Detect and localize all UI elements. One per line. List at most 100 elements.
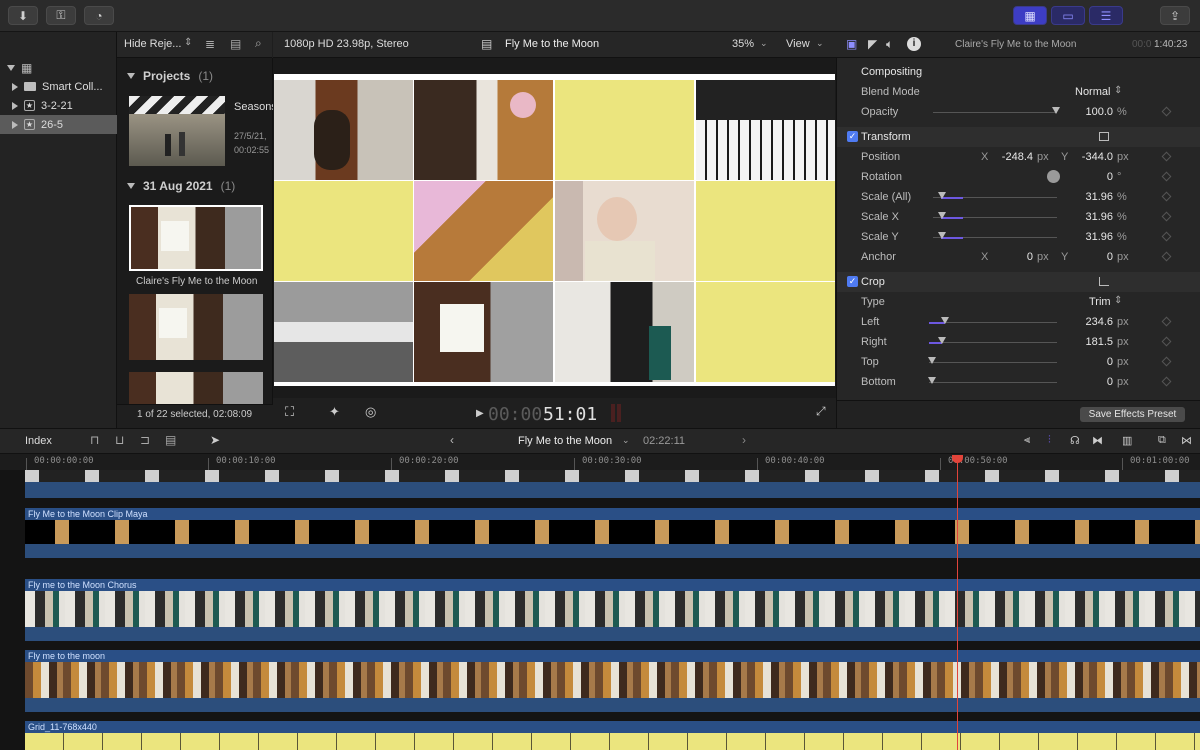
projects-section-header[interactable]: Projects (1) xyxy=(125,69,213,83)
info-icon[interactable]: i xyxy=(907,37,921,51)
search-icon[interactable]: ⌕ xyxy=(255,36,262,51)
list-view-icon[interactable]: ≣ xyxy=(205,37,215,51)
blend-mode-popup[interactable]: Normal xyxy=(1075,86,1110,98)
keyframe-icon[interactable] xyxy=(1161,356,1172,367)
color-inspector-icon[interactable]: ◤ xyxy=(868,37,877,51)
crop-right-slider-knob[interactable] xyxy=(938,337,946,344)
connect-edit-icon[interactable]: ⊓ xyxy=(90,433,99,447)
insert-edit-icon[interactable]: ⊔ xyxy=(115,433,124,447)
keyframe-icon[interactable] xyxy=(1161,151,1172,162)
play-icon[interactable]: ▶ xyxy=(476,408,484,419)
timeline-project-title[interactable]: Fly Me to the Moon xyxy=(518,435,612,447)
keyframe-icon[interactable] xyxy=(1161,171,1172,182)
effects-browser-icon[interactable]: ⧉ xyxy=(1158,434,1166,447)
crop-right-value[interactable]: 181.5 xyxy=(1077,336,1113,348)
filmstrip-icon[interactable]: ▤ xyxy=(230,37,241,51)
disclosure-down-icon[interactable] xyxy=(127,73,135,79)
playhead[interactable] xyxy=(957,456,958,750)
keyframe-icon[interactable] xyxy=(1161,376,1172,387)
crop-type-popup[interactable]: Trim xyxy=(1089,296,1111,308)
disclosure-right-icon[interactable] xyxy=(12,101,18,110)
zoom-popup[interactable]: 35% xyxy=(732,38,754,50)
disclosure-right-icon[interactable] xyxy=(12,120,18,129)
keyframe-icon[interactable] xyxy=(1161,191,1172,202)
keyframe-icon[interactable] xyxy=(1161,251,1172,262)
clip-filmstrip[interactable] xyxy=(129,294,263,360)
timeline-tracks[interactable]: Fly Me to the Moon Clip Maya Fly me to t… xyxy=(0,470,1200,750)
sidebar-item-event[interactable]: ★ 3-2-21 xyxy=(0,96,117,115)
anchor-y-value[interactable]: 0 xyxy=(1079,251,1113,263)
timeline-ruler[interactable]: 00:00:00:00 00:00:10:00 00:00:20:00 00:0… xyxy=(0,454,1200,470)
position-y-value[interactable]: -344.0 xyxy=(1079,151,1113,163)
opacity-slider[interactable] xyxy=(933,112,1057,113)
crop-section[interactable]: ✓ Crop xyxy=(837,272,1200,292)
opacity-value[interactable]: 100.0 xyxy=(1077,106,1113,118)
transform-section[interactable]: ✓ Transform xyxy=(837,127,1200,147)
background-tasks-icon[interactable]: ◔ xyxy=(84,6,114,25)
timeline-clip[interactable]: Grid_11-768x440 xyxy=(25,721,1200,750)
enhance-icon[interactable]: ✦ xyxy=(329,404,340,420)
audio-skimming-icon[interactable]: ⫶ xyxy=(1048,434,1051,447)
timeline-view-icon[interactable]: ▭ xyxy=(1051,6,1085,25)
crop-top-value[interactable]: 0 xyxy=(1077,356,1113,368)
transitions-browser-icon[interactable]: ⋈ xyxy=(1181,434,1192,447)
disclosure-right-icon[interactable] xyxy=(12,82,18,91)
keyword-icon[interactable]: ⚿ xyxy=(46,6,76,25)
disclosure-down-icon[interactable] xyxy=(127,183,135,189)
audio-inspector-icon[interactable]: 🔈︎ xyxy=(886,37,893,52)
rotation-value[interactable]: 0 xyxy=(1077,171,1113,183)
event-section-header[interactable]: 31 Aug 2021 (1) xyxy=(125,179,235,193)
snapping-icon[interactable]: ⧓ xyxy=(1092,434,1103,447)
video-inspector-icon[interactable]: ▣ xyxy=(846,37,857,51)
skimming-icon[interactable]: ⫷ xyxy=(1024,434,1030,447)
fullscreen-icon[interactable]: ⤢ xyxy=(816,404,826,419)
timeline-clip[interactable] xyxy=(25,470,1200,498)
timeline-clip[interactable]: Fly me to the Moon Chorus xyxy=(25,579,1200,641)
project-thumbnail[interactable] xyxy=(129,96,225,166)
clip-filmstrip[interactable] xyxy=(129,372,263,404)
position-x-value[interactable]: -248.4 xyxy=(997,151,1033,163)
index-button[interactable]: Index xyxy=(25,435,52,447)
keyframe-icon[interactable] xyxy=(1161,336,1172,347)
crop-bottom-slider-knob[interactable] xyxy=(928,377,936,384)
library-view-icon[interactable]: ▦ xyxy=(1013,6,1047,25)
append-edit-icon[interactable]: ⊐ xyxy=(140,433,150,447)
keyframe-icon[interactable] xyxy=(1161,316,1172,327)
transform-tool-icon[interactable]: ⛶ xyxy=(285,404,294,420)
crop-left-value[interactable]: 234.6 xyxy=(1077,316,1113,328)
overwrite-edit-icon[interactable]: ▤ xyxy=(165,433,176,447)
scale-y-slider-knob[interactable] xyxy=(938,232,946,239)
library-root[interactable]: ▦ xyxy=(0,58,117,77)
keyframe-icon[interactable] xyxy=(1161,106,1172,117)
clip-appearance-icon[interactable]: ▥ xyxy=(1122,434,1132,447)
crop-checkbox[interactable]: ✓ xyxy=(847,276,858,287)
view-menu[interactable]: View xyxy=(786,38,810,50)
timeline-clip[interactable]: Fly Me to the Moon Clip Maya xyxy=(25,508,1200,558)
timeline-clip[interactable]: Fly me to the moon xyxy=(25,650,1200,712)
crop-onscreen-icon[interactable] xyxy=(1099,277,1109,286)
transform-onscreen-icon[interactable] xyxy=(1099,132,1109,141)
import-icon[interactable]: ⬇ xyxy=(8,6,38,25)
back-arrow-icon[interactable]: ‹ xyxy=(450,433,454,447)
forward-arrow-icon[interactable]: › xyxy=(742,433,746,447)
filter-popup[interactable]: Hide Reje... xyxy=(124,38,181,50)
scale-y-value[interactable]: 31.96 xyxy=(1077,231,1113,243)
opacity-slider-knob[interactable] xyxy=(1052,107,1060,114)
inspector-view-icon[interactable]: ☰ xyxy=(1089,6,1123,25)
save-effects-preset-button[interactable]: Save Effects Preset xyxy=(1080,407,1185,422)
share-icon[interactable]: ⇪ xyxy=(1160,6,1190,25)
rotation-dial[interactable] xyxy=(1047,170,1060,183)
solo-icon[interactable]: ☊ xyxy=(1070,434,1080,447)
select-tool-icon[interactable]: ➤ xyxy=(210,433,220,447)
speed-icon[interactable]: ◎ xyxy=(365,404,376,420)
clip-thumbnail-selected[interactable] xyxy=(129,205,263,271)
disclosure-down-icon[interactable] xyxy=(7,64,15,71)
keyframe-icon[interactable] xyxy=(1161,211,1172,222)
scale-all-slider-knob[interactable] xyxy=(938,192,946,199)
scale-all-value[interactable]: 31.96 xyxy=(1077,191,1113,203)
transform-checkbox[interactable]: ✓ xyxy=(847,131,858,142)
anchor-x-value[interactable]: 0 xyxy=(997,251,1033,263)
scale-x-slider-knob[interactable] xyxy=(938,212,946,219)
sidebar-item-event-selected[interactable]: ★ 26-5 xyxy=(0,115,117,134)
sidebar-item-smart-collections[interactable]: Smart Coll... xyxy=(0,77,117,96)
